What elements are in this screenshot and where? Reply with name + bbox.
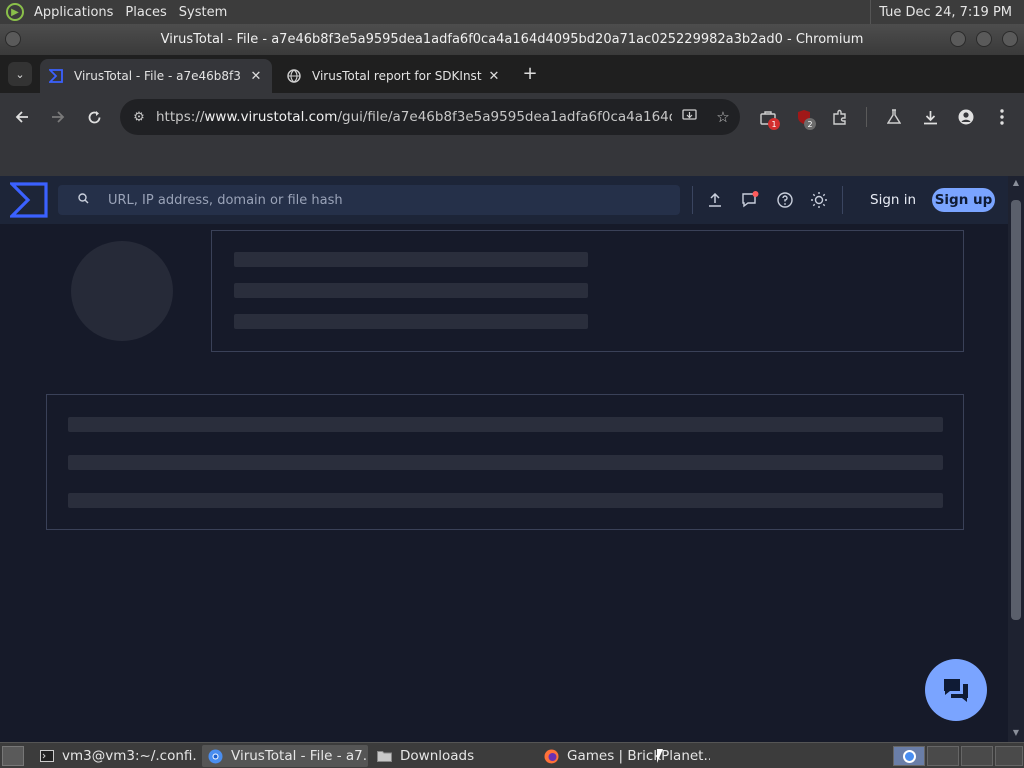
chromium-icon xyxy=(903,750,916,763)
download-icon[interactable] xyxy=(918,105,942,129)
places-menu[interactable]: Places xyxy=(119,0,172,24)
skeleton-details-card xyxy=(46,394,964,530)
toolbar-divider xyxy=(866,107,867,127)
show-desktop-icon[interactable] xyxy=(2,746,24,766)
scroll-up-icon[interactable]: ▲ xyxy=(1008,178,1024,190)
browser-toolbar: ⚙ https://www.virustotal.com/gui/file/a7… xyxy=(0,93,1024,141)
close-tab-icon[interactable]: ✕ xyxy=(486,69,502,84)
workspace-2[interactable] xyxy=(927,746,959,766)
skeleton-line xyxy=(234,283,588,298)
scroll-thumb[interactable] xyxy=(1011,200,1021,620)
window-titlebar[interactable]: VirusTotal - File - a7e46b8f3e5a9595dea1… xyxy=(0,24,1024,55)
tab-title: VirusTotal - File - a7e46b8f3 xyxy=(74,69,241,83)
skeleton-avatar xyxy=(71,241,173,341)
skeleton-line xyxy=(68,493,943,508)
chat-support-button[interactable] xyxy=(925,659,987,721)
install-app-icon[interactable] xyxy=(672,108,706,126)
taskbar-item-firefox[interactable]: Games | BrickPlanet... xyxy=(538,745,710,767)
forward-icon[interactable] xyxy=(46,105,70,129)
extension-badge: 1 xyxy=(768,118,780,130)
virustotal-header: URL, IP address, domain or file hash Sig… xyxy=(0,176,1008,224)
skeleton-summary-card xyxy=(211,230,964,352)
taskbar-item-label: Games | BrickPlanet... xyxy=(567,748,710,764)
folder-icon xyxy=(376,748,392,764)
extensions-puzzle-icon[interactable] xyxy=(828,105,852,129)
labs-flask-icon[interactable] xyxy=(882,105,906,129)
workspace-3[interactable] xyxy=(961,746,993,766)
site-info-icon[interactable]: ⚙ xyxy=(122,110,156,125)
vt-search-box[interactable]: URL, IP address, domain or file hash xyxy=(58,185,680,215)
extension-ublock-icon[interactable]: 2 xyxy=(792,105,816,130)
back-icon[interactable] xyxy=(10,105,34,129)
skeleton-line xyxy=(234,314,588,329)
toolbar-spacer xyxy=(0,141,1024,176)
header-divider xyxy=(842,186,843,214)
search-placeholder: URL, IP address, domain or file hash xyxy=(108,192,343,208)
window-title: VirusTotal - File - a7e46b8f3e5a9595dea1… xyxy=(160,32,864,47)
header-divider xyxy=(692,186,693,214)
virustotal-icon xyxy=(48,68,64,84)
sign-up-button[interactable]: Sign up xyxy=(932,188,995,212)
reload-icon[interactable] xyxy=(82,105,106,129)
menu-kebab-icon[interactable] xyxy=(990,105,1014,129)
skeleton-line xyxy=(68,455,943,470)
url-text[interactable]: https://www.virustotal.com/gui/file/a7e4… xyxy=(156,109,672,125)
mouse-cursor-icon xyxy=(657,749,663,763)
taskbar-item-label: Downloads xyxy=(400,748,475,764)
taskbar-item-terminal[interactable]: vm3@vm3:~/.confi... xyxy=(34,745,198,767)
taskbar-item-label: vm3@vm3:~/.confi... xyxy=(62,748,198,764)
applications-menu[interactable]: Applications xyxy=(28,0,119,24)
chromium-icon xyxy=(208,748,223,764)
sign-in-button[interactable]: Sign in xyxy=(862,188,924,212)
extension-briefcase-icon[interactable]: 1 xyxy=(756,105,780,130)
tab-virustotal-report[interactable]: VirusTotal report for SDKInst ✕ xyxy=(278,59,510,93)
page-scrollbar[interactable]: ▲ ▼ xyxy=(1008,176,1024,742)
skeleton-line xyxy=(234,252,588,267)
scroll-down-icon[interactable]: ▼ xyxy=(1008,728,1024,740)
taskbar-item-label: VirusTotal - File - a7... xyxy=(231,748,368,764)
terminal-icon xyxy=(40,748,54,764)
skeleton-line xyxy=(68,417,943,432)
notifications-chat-icon[interactable] xyxy=(738,188,762,212)
address-bar[interactable]: ⚙ https://www.virustotal.com/gui/file/a7… xyxy=(120,99,740,135)
taskbar-item-chromium[interactable]: VirusTotal - File - a7... xyxy=(202,745,368,767)
close-tab-icon[interactable]: ✕ xyxy=(248,69,264,84)
tab-title: VirusTotal report for SDKInst xyxy=(312,69,482,83)
close-window-icon[interactable] xyxy=(1002,31,1018,47)
workspace-4[interactable] xyxy=(995,746,1023,766)
window-menu-icon[interactable] xyxy=(5,31,21,47)
new-tab-icon[interactable]: + xyxy=(520,61,540,85)
system-menu[interactable]: System xyxy=(173,0,233,24)
bookmark-star-icon[interactable]: ☆ xyxy=(706,108,740,126)
top-panel: ▶ Applications Places System Tue Dec 24,… xyxy=(0,0,1024,24)
workspace-1[interactable] xyxy=(893,746,925,766)
profile-avatar-icon[interactable] xyxy=(954,105,978,129)
maximize-icon[interactable] xyxy=(976,31,992,47)
upload-icon[interactable] xyxy=(703,188,727,212)
chat-bubbles-icon xyxy=(944,679,968,702)
extension-badge: 2 xyxy=(804,118,816,130)
firefox-icon xyxy=(544,748,559,764)
taskbar-item-downloads[interactable]: Downloads xyxy=(370,745,534,767)
minimize-icon[interactable] xyxy=(950,31,966,47)
tab-strip: ⌄ VirusTotal - File - a7e46b8f3 ✕ VirusT… xyxy=(0,55,1024,93)
clock[interactable]: Tue Dec 24, 7:19 PM xyxy=(870,0,1020,24)
tab-search-chevron-icon[interactable]: ⌄ xyxy=(8,62,32,86)
globe-icon xyxy=(286,68,302,84)
theme-sun-icon[interactable] xyxy=(807,188,831,212)
page-viewport: URL, IP address, domain or file hash Sig… xyxy=(0,176,1024,742)
distro-logo-icon[interactable]: ▶ xyxy=(6,3,24,21)
help-icon[interactable] xyxy=(773,188,797,212)
virustotal-logo-icon[interactable] xyxy=(8,182,48,218)
tab-virustotal-file[interactable]: VirusTotal - File - a7e46b8f3 ✕ xyxy=(40,59,272,93)
search-icon xyxy=(58,193,108,207)
taskbar: vm3@vm3:~/.confi... VirusTotal - File - … xyxy=(0,742,1024,768)
